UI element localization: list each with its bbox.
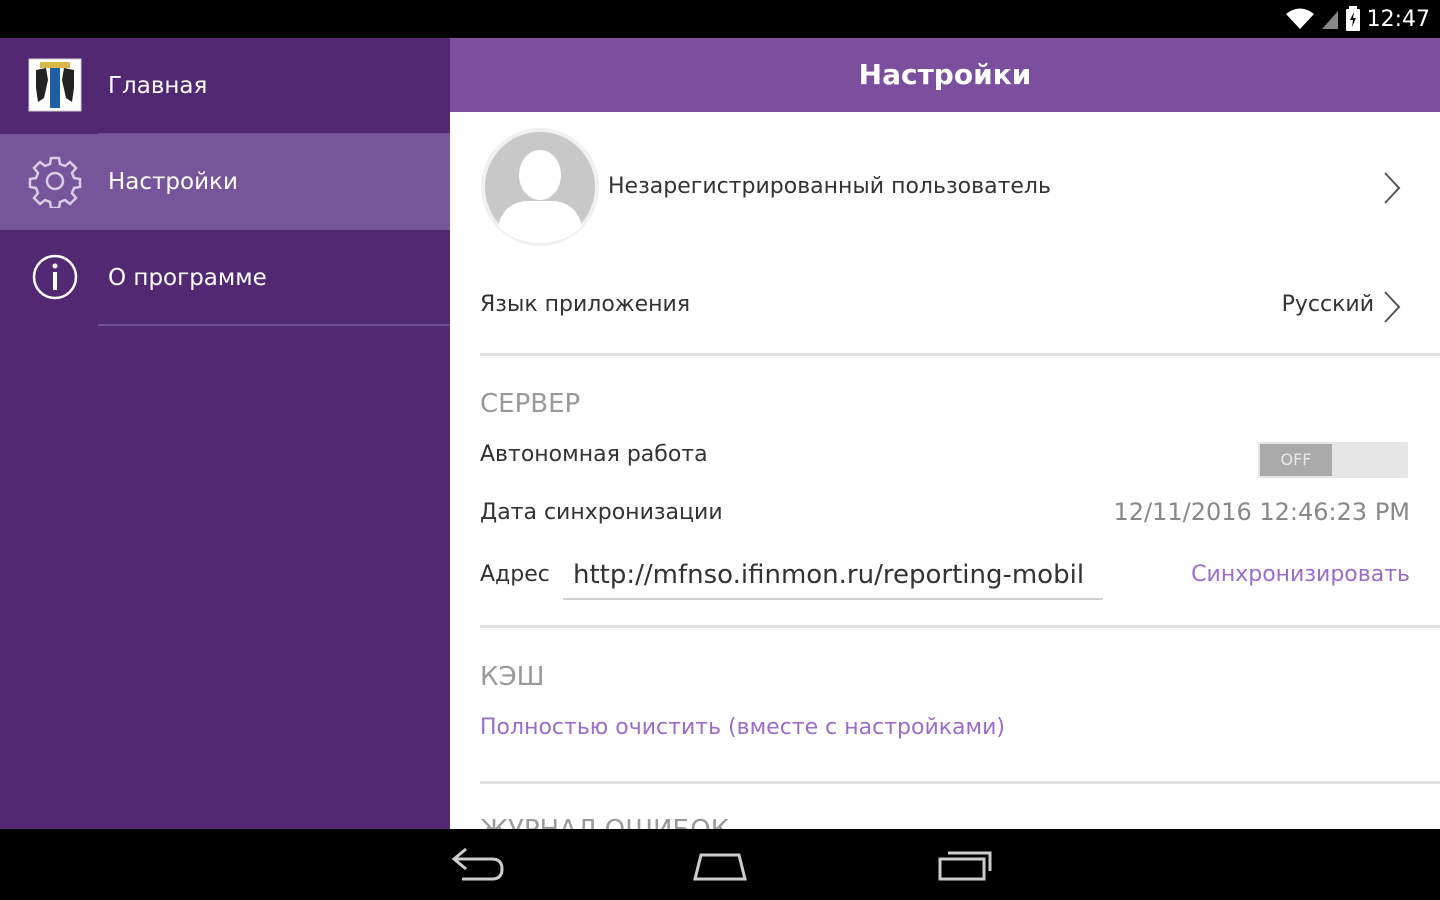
- recent-apps-icon[interactable]: [930, 841, 1000, 889]
- settings-content: Незарегистрированный пользователь Язык п…: [450, 112, 1440, 829]
- chevron-right-icon: [1384, 291, 1401, 323]
- server-section-title: СЕРВЕР: [480, 389, 581, 419]
- back-icon[interactable]: [442, 841, 512, 889]
- address-label: Адрес: [480, 562, 550, 587]
- address-input[interactable]: [563, 552, 1103, 600]
- section-divider: [480, 781, 1440, 784]
- language-label: Язык приложения: [480, 292, 691, 317]
- sidebar-divider: [98, 324, 450, 326]
- profile-row[interactable]: Незарегистрированный пользователь: [450, 122, 1440, 252]
- status-bar: 12:47: [0, 0, 1440, 38]
- sidebar-item-settings[interactable]: Настройки: [0, 134, 450, 230]
- offline-mode-toggle[interactable]: OFF: [1258, 442, 1408, 478]
- sidebar-item-label: Главная: [108, 73, 208, 99]
- cache-section-title: КЭШ: [480, 662, 545, 692]
- clear-cache-link[interactable]: Полностью очистить (вместе с настройками…: [480, 715, 1005, 740]
- info-icon: [32, 254, 78, 300]
- sidebar-item-home[interactable]: Главная: [0, 38, 450, 134]
- page-title: Настройки: [858, 58, 1032, 91]
- sync-date-label: Дата синхронизации: [480, 500, 723, 525]
- language-row[interactable]: Язык приложения Русский: [450, 277, 1440, 337]
- home-icon[interactable]: [685, 841, 755, 889]
- sync-button[interactable]: Синхронизировать: [1191, 562, 1410, 587]
- section-divider: [480, 625, 1440, 628]
- app-header: Настройки: [450, 38, 1440, 112]
- coat-of-arms-icon: [28, 58, 82, 112]
- profile-name: Незарегистрированный пользователь: [608, 174, 1051, 199]
- section-divider: [480, 353, 1440, 356]
- signal-icon: [1321, 11, 1338, 29]
- error-log-section-title: ЖУРНАЛ ОШИБОК: [480, 815, 729, 829]
- battery-icon: [1345, 6, 1360, 31]
- language-value: Русский: [1281, 292, 1374, 317]
- chevron-right-icon: [1384, 172, 1401, 204]
- status-time: 12:47: [1366, 6, 1430, 32]
- system-navigation-bar: [0, 829, 1440, 900]
- sidebar-item-about[interactable]: О программе: [0, 230, 450, 326]
- offline-mode-label: Автономная работа: [480, 442, 708, 467]
- sidebar-item-label: О программе: [108, 265, 267, 291]
- avatar: [481, 128, 599, 246]
- status-icons: 12:47: [1285, 4, 1430, 34]
- navigation-drawer: Главная Настройки О программе: [0, 38, 450, 829]
- sync-date-value: 12/11/2016 12:46:23 PM: [1113, 498, 1410, 526]
- gear-icon: [28, 156, 82, 208]
- toggle-state: OFF: [1260, 444, 1332, 476]
- wifi-icon: [1285, 8, 1314, 29]
- sidebar-item-label: Настройки: [108, 169, 238, 195]
